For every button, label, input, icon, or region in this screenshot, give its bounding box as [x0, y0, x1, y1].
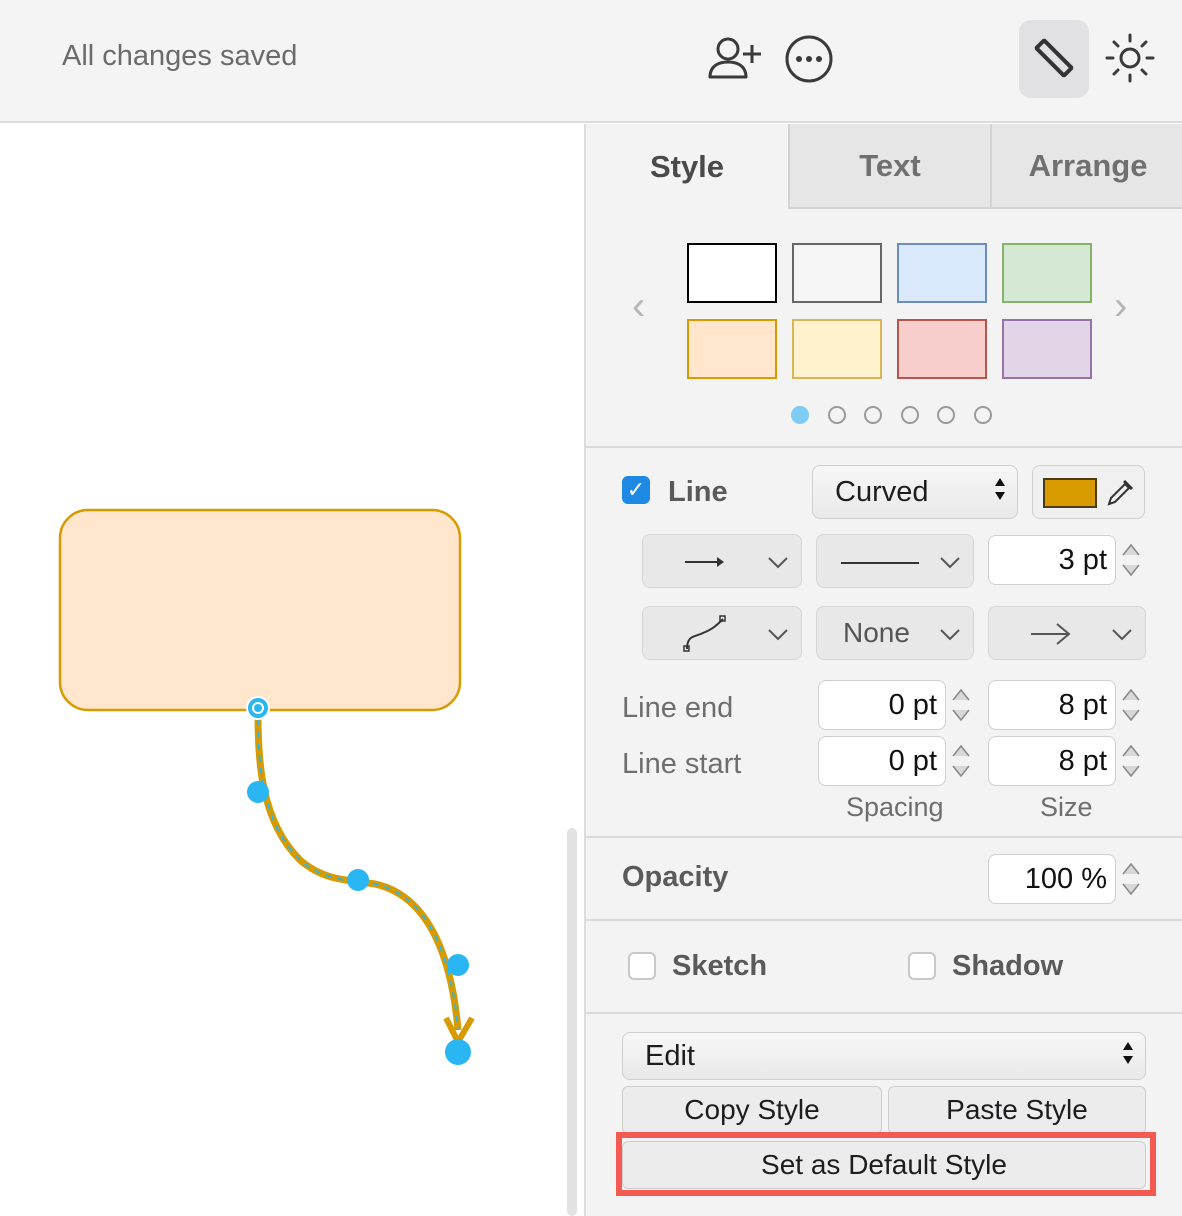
chevron-left-icon[interactable]: ‹ — [632, 284, 645, 329]
chevron-down-icon — [767, 545, 789, 577]
line-start-marker-value: None — [843, 617, 910, 648]
solid-line-icon — [841, 562, 919, 564]
source-handle[interactable] — [246, 696, 270, 720]
toolbar: All changes saved — [0, 0, 1182, 123]
more-icon[interactable] — [780, 30, 838, 88]
waypoint-handle[interactable] — [347, 869, 369, 891]
format-panel: Style Text Arrange ‹ › ✓ Line Curved 3 p… — [584, 124, 1182, 1216]
arrow-right-icon — [685, 557, 724, 567]
chevron-down-icon — [939, 545, 961, 577]
line-pattern-select[interactable] — [816, 534, 974, 588]
chevron-right-icon[interactable]: › — [1114, 284, 1127, 329]
page-dot[interactable] — [864, 406, 882, 424]
chevron-down-icon — [939, 617, 961, 649]
sketch-checkbox[interactable] — [628, 952, 656, 980]
line-start-spacing-stepper[interactable] — [948, 736, 974, 786]
waypoint-handle[interactable] — [247, 781, 269, 803]
line-style-select[interactable] — [642, 534, 802, 588]
save-status: All changes saved — [62, 40, 298, 72]
opacity-input[interactable]: 100 % — [988, 854, 1116, 904]
tab-arrange[interactable]: Arrange — [990, 124, 1182, 209]
divider — [586, 836, 1182, 838]
updown-icon — [1121, 1038, 1135, 1074]
style-swatch[interactable] — [687, 319, 777, 379]
opacity-stepper[interactable] — [1118, 854, 1144, 904]
style-swatch[interactable] — [687, 243, 777, 303]
chevron-down-icon — [1111, 617, 1133, 649]
vertical-scrollbar[interactable] — [567, 828, 577, 1216]
line-end-label: Line end — [622, 692, 734, 724]
line-width-input[interactable]: 3 pt — [988, 535, 1116, 585]
style-swatch[interactable] — [792, 319, 882, 379]
style-swatch[interactable] — [897, 319, 987, 379]
line-width-stepper[interactable] — [1118, 535, 1144, 585]
page-dot[interactable] — [974, 406, 992, 424]
line-end-marker-select[interactable] — [988, 606, 1146, 660]
spacing-caption: Spacing — [846, 792, 944, 822]
format-panel-icon[interactable] — [1019, 20, 1089, 98]
line-start-size-input[interactable]: 8 pt — [988, 736, 1116, 786]
line-end-size-input[interactable]: 8 pt — [988, 680, 1116, 730]
line-start-size-stepper[interactable] — [1118, 736, 1144, 786]
tab-text[interactable]: Text — [788, 124, 990, 209]
shadow-label: Shadow — [952, 950, 1064, 982]
target-handle[interactable] — [445, 1039, 471, 1065]
curved-connector-icon — [683, 615, 726, 652]
add-user-icon[interactable] — [700, 30, 766, 88]
page-dot[interactable] — [828, 406, 846, 424]
line-end-spacing-stepper[interactable] — [948, 680, 974, 730]
edit-select-value: Edit — [645, 1039, 695, 1072]
diagram-canvas[interactable] — [0, 124, 584, 1216]
paste-style-button[interactable]: Paste Style — [888, 1086, 1146, 1134]
chevron-down-icon — [767, 617, 789, 649]
line-start-label: Line start — [622, 748, 742, 780]
style-swatch[interactable] — [1002, 319, 1092, 379]
line-start-marker-select[interactable]: None — [816, 606, 974, 660]
panel-tabs: Style Text Arrange — [586, 124, 1182, 209]
updown-icon — [993, 474, 1007, 510]
shadow-checkbox[interactable] — [908, 952, 936, 980]
rounded-rectangle-shape[interactable] — [58, 508, 462, 712]
style-swatch[interactable] — [792, 243, 882, 303]
waypoint-style-select[interactable] — [642, 606, 802, 660]
line-end-spacing-input[interactable]: 0 pt — [818, 680, 946, 730]
opacity-label: Opacity — [622, 861, 729, 893]
divider — [586, 1012, 1182, 1014]
line-type-select[interactable]: Curved — [812, 465, 1018, 519]
line-type-value: Curved — [835, 475, 929, 508]
line-color-button[interactable] — [1032, 465, 1145, 519]
highlight-box — [616, 1132, 1156, 1196]
eyedropper-icon — [1107, 479, 1134, 506]
arrow-right-icon — [1031, 623, 1071, 645]
size-caption: Size — [1040, 792, 1093, 822]
line-checkbox[interactable]: ✓ — [622, 476, 650, 504]
divider — [586, 919, 1182, 921]
theme-icon[interactable] — [1100, 28, 1160, 88]
copy-style-button[interactable]: Copy Style — [622, 1086, 882, 1134]
line-label: Line — [668, 476, 728, 508]
tab-style[interactable]: Style — [586, 124, 788, 209]
style-swatch[interactable] — [1002, 243, 1092, 303]
line-end-size-stepper[interactable] — [1118, 680, 1144, 730]
style-swatch[interactable] — [897, 243, 987, 303]
line-start-spacing-input[interactable]: 0 pt — [818, 736, 946, 786]
page-dot[interactable] — [901, 406, 919, 424]
line-color-swatch — [1043, 478, 1097, 508]
page-dot[interactable] — [791, 406, 809, 424]
edit-select[interactable]: Edit — [622, 1032, 1146, 1080]
page-dot[interactable] — [937, 406, 955, 424]
sketch-label: Sketch — [672, 950, 768, 982]
waypoint-handle[interactable] — [447, 954, 469, 976]
divider — [586, 446, 1182, 448]
